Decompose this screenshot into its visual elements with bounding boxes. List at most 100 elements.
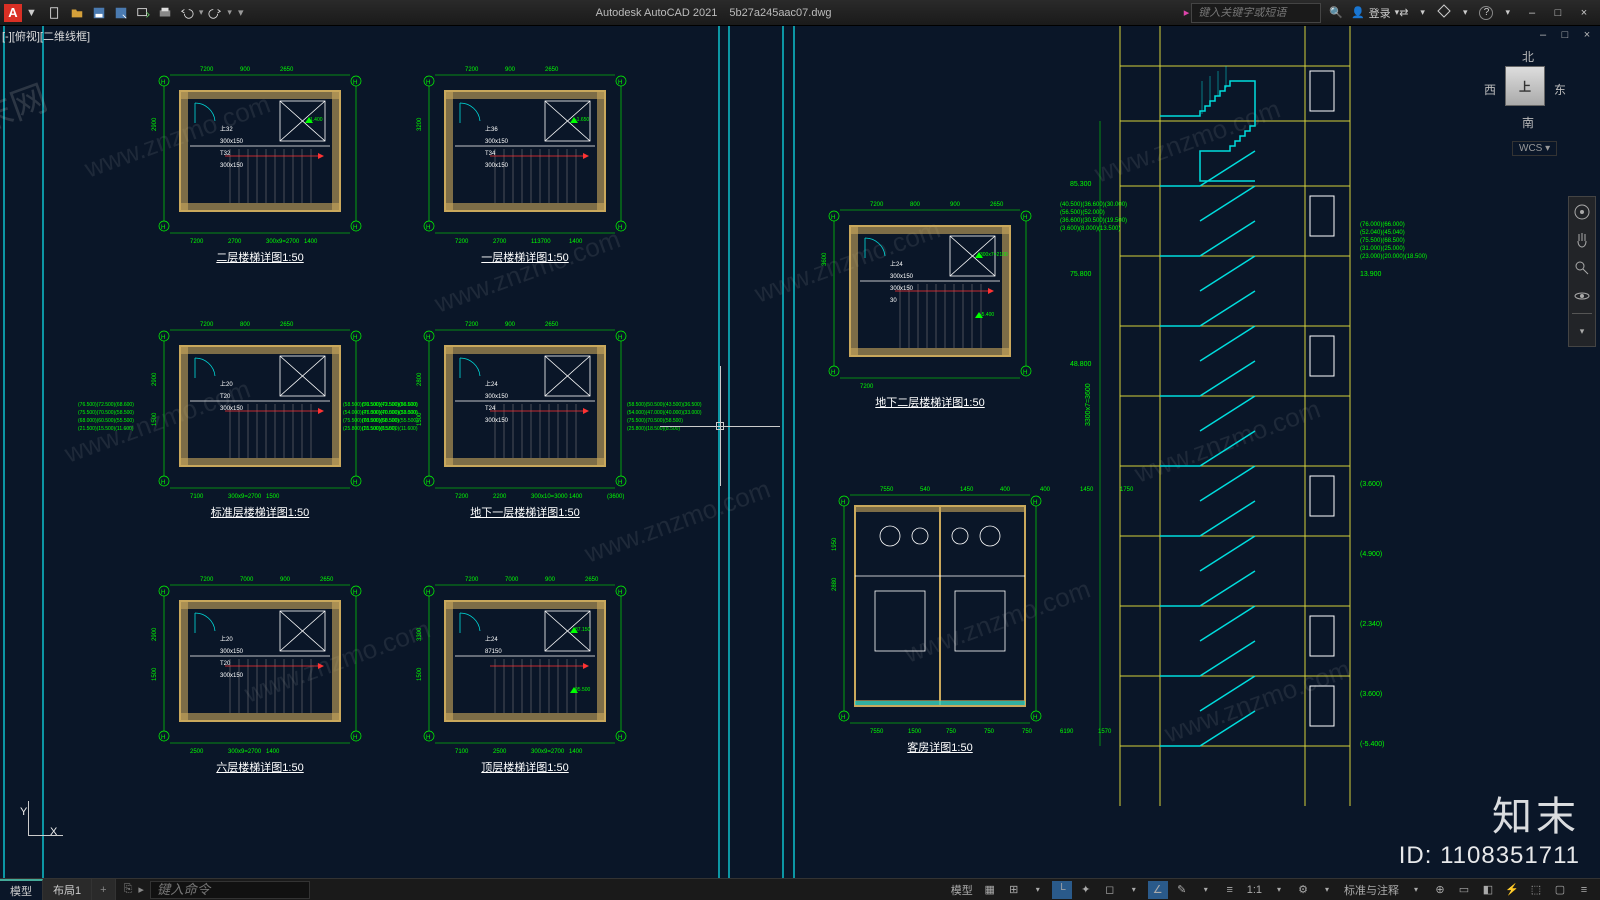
status-dropdown2[interactable]: ▾	[1124, 881, 1144, 899]
compass-east[interactable]: 东	[1554, 81, 1566, 98]
status-model-button[interactable]: 模型	[948, 881, 976, 899]
exchange-icon[interactable]: ⇄	[1399, 6, 1408, 19]
qat-undo-dropdown[interactable]: ▾	[199, 7, 204, 18]
qat-redo-dropdown[interactable]: ▾	[227, 7, 232, 18]
status-osnap-icon[interactable]: ◻	[1100, 881, 1120, 899]
qat-new-icon[interactable]	[45, 3, 65, 23]
status-menu-icon[interactable]: ≡	[1574, 881, 1594, 899]
search-input[interactable]	[1198, 7, 1314, 19]
svg-text:T32: T32	[220, 151, 231, 157]
status-ws-icon[interactable]: ⊕	[1430, 881, 1450, 899]
help-icon[interactable]: ?	[1479, 6, 1493, 20]
svg-text:7200: 7200	[465, 322, 479, 328]
recent-commands-icon[interactable]: ⎘	[124, 883, 133, 896]
status-lwt-icon[interactable]: ≡	[1220, 881, 1240, 899]
search-box[interactable]	[1191, 3, 1321, 23]
svg-text:2700: 2700	[228, 239, 242, 245]
status-snap-icon[interactable]: ⊞	[1004, 881, 1024, 899]
svg-text:H: H	[161, 735, 165, 741]
svg-text:48.800: 48.800	[1070, 361, 1092, 368]
viewcube[interactable]: 北 南 东 西 上 WCS ▾	[1480, 46, 1570, 156]
status-annotation[interactable]: 标准与注释	[1341, 881, 1402, 899]
minimize-button[interactable]: –	[1520, 3, 1544, 23]
qat-save-icon[interactable]	[89, 3, 109, 23]
compass-west[interactable]: 西	[1484, 81, 1496, 98]
svg-text:上24: 上24	[890, 260, 903, 268]
svg-text:上20: 上20	[220, 380, 233, 388]
svg-text:上24: 上24	[485, 635, 498, 643]
app-logo[interactable]: A	[4, 4, 22, 22]
status-clean-icon[interactable]: ▢	[1550, 881, 1570, 899]
qat-saveas-icon[interactable]	[111, 3, 131, 23]
status-dropdown1[interactable]: ▾	[1028, 881, 1048, 899]
status-dropdown6[interactable]: ▾	[1406, 881, 1426, 899]
svg-text:T20: T20	[220, 661, 231, 667]
svg-text:1400: 1400	[569, 494, 583, 500]
svg-text:H: H	[1033, 715, 1037, 721]
apps-icon[interactable]	[1437, 4, 1451, 21]
qat-open-icon[interactable]	[67, 3, 87, 23]
drawing-canvas[interactable]: www.znzmo.com www.znzmo.com www.znzmo.co…	[0, 26, 1600, 878]
command-input[interactable]	[150, 881, 310, 899]
grid-line	[782, 26, 784, 878]
status-iso-icon[interactable]: ⬚	[1526, 881, 1546, 899]
svg-text:300x150: 300x150	[485, 163, 509, 169]
wcs-label[interactable]: WCS ▾	[1512, 141, 1557, 156]
tab-layout1[interactable]: 布局1	[43, 879, 92, 900]
qat-undo-icon[interactable]	[177, 3, 197, 23]
svg-text:T24: T24	[485, 406, 496, 412]
status-ortho-icon[interactable]: └	[1052, 881, 1072, 899]
status-dropdown5[interactable]: ▾	[1317, 881, 1337, 899]
status-dropdown4[interactable]: ▾	[1269, 881, 1289, 899]
maximize-button[interactable]: □	[1546, 3, 1570, 23]
svg-text:1500: 1500	[152, 667, 158, 681]
status-gear-icon[interactable]: ⚙	[1293, 881, 1313, 899]
svg-text:300x150: 300x150	[220, 649, 244, 655]
tab-model[interactable]: 模型	[0, 879, 43, 900]
svg-text:300x9=2700: 300x9=2700	[228, 749, 262, 755]
vp-maximize[interactable]: □	[1556, 28, 1574, 42]
status-dropdown3[interactable]: ▾	[1196, 881, 1216, 899]
status-scale[interactable]: 1:1	[1244, 881, 1265, 899]
nav-zoom-icon[interactable]	[1571, 257, 1593, 279]
search-icon[interactable]: 🔍	[1329, 6, 1343, 19]
svg-text:300x7=2100: 300x7=2100	[980, 252, 1008, 258]
viewcube-face-top[interactable]: 上	[1505, 66, 1545, 106]
svg-text:(4.900): (4.900)	[1360, 551, 1382, 558]
svg-text:87150: 87150	[485, 649, 502, 655]
vp-minimize[interactable]: –	[1534, 28, 1552, 42]
svg-text:(75.500)(70.500)(58.500): (75.500)(70.500)(58.500)	[627, 418, 683, 424]
nav-fullnav-icon[interactable]	[1571, 201, 1593, 223]
svg-text:1400: 1400	[266, 749, 280, 755]
status-am-icon[interactable]: ▭	[1454, 881, 1474, 899]
svg-text:750: 750	[1022, 729, 1033, 735]
status-polar-icon[interactable]: ✦	[1076, 881, 1096, 899]
svg-text:(3.600)(8.000)(13.500): (3.600)(8.000)(13.500)	[1060, 226, 1120, 232]
compass-north[interactable]: 北	[1522, 48, 1534, 65]
tab-add[interactable]: +	[92, 879, 115, 900]
plan-label: 一层楼梯详图1:50	[481, 249, 568, 265]
viewport-label[interactable]: [-][俯视][二维线框]	[2, 28, 90, 44]
status-dyn-icon[interactable]: ✎	[1172, 881, 1192, 899]
close-button[interactable]: ×	[1572, 3, 1596, 23]
status-grid-icon[interactable]: ▦	[980, 881, 1000, 899]
login-button[interactable]: 👤 登录 ▾	[1351, 5, 1399, 21]
vp-close[interactable]: ×	[1578, 28, 1596, 42]
qat-redo-icon[interactable]	[205, 3, 225, 23]
compass-south[interactable]: 南	[1522, 114, 1534, 131]
svg-text:(75.500)(70.500)(58.500): (75.500)(70.500)(58.500)	[78, 410, 134, 416]
nav-orbit-icon[interactable]	[1571, 285, 1593, 307]
crosshair-pickbox	[716, 422, 724, 430]
svg-text:H: H	[1023, 215, 1027, 221]
nav-more-icon[interactable]: ▾	[1571, 320, 1593, 342]
qat-publish-icon[interactable]	[133, 3, 153, 23]
nav-pan-icon[interactable]	[1571, 229, 1593, 251]
status-otrack-icon[interactable]: ∠	[1148, 881, 1168, 899]
status-ui-icon[interactable]: ◧	[1478, 881, 1498, 899]
status-hw-icon[interactable]: ⚡	[1502, 881, 1522, 899]
qat-plot-icon[interactable]	[155, 3, 175, 23]
svg-text:2200: 2200	[493, 494, 507, 500]
app-menu-dropdown[interactable]: ▼	[26, 7, 37, 19]
command-line[interactable]: ⎘ ▸	[124, 881, 948, 899]
app-title: Autodesk AutoCAD 2021	[596, 7, 718, 19]
